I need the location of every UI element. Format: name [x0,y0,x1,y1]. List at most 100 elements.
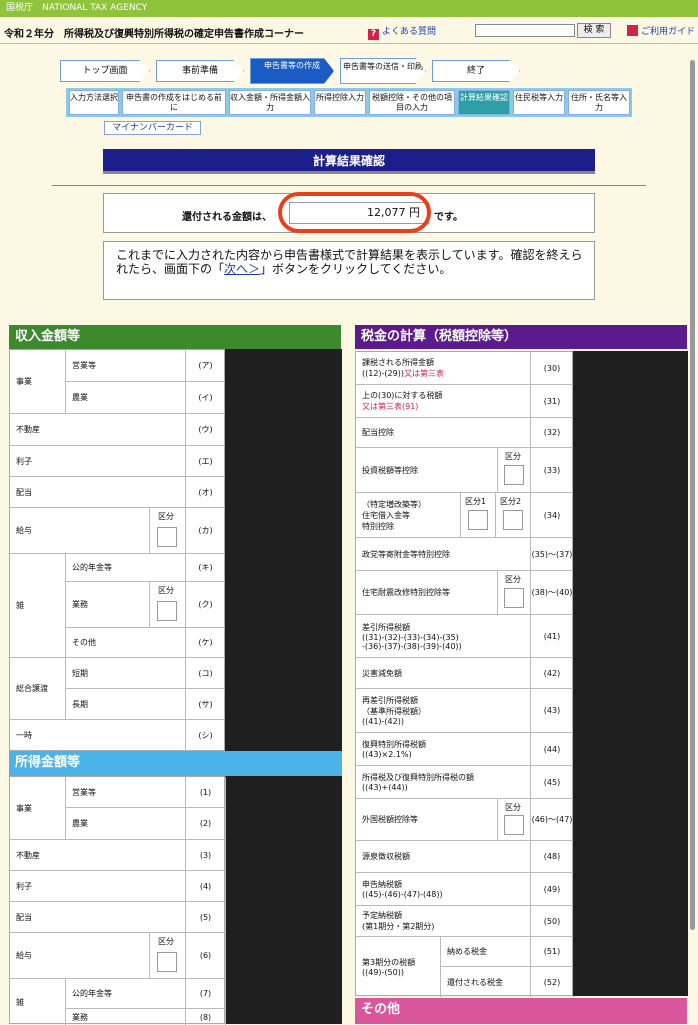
guide-icon [627,25,638,36]
tax-section-header: 税金の計算（税額控除等） [355,325,687,349]
agency-banner: 国税庁 NATIONAL TAX AGENCY [0,0,698,17]
masked-amounts [225,349,342,1024]
kubun-label-33: 区分 [505,452,521,461]
kubun-box[interactable] [157,527,177,547]
faq-link[interactable]: ? よくある質問 [368,24,436,40]
substep-result: 計算結果確認 [458,90,510,115]
income-sonota: その他 [66,628,186,658]
tax-row-42: 災害減免額 [356,658,531,689]
shotoku-rishi: 利子 [10,871,186,902]
code-52: (52) [531,967,574,997]
code-o: (オ) [186,477,226,508]
tax-row-34: （特定増改築等） 住宅借入金等 特別控除 [356,493,461,538]
help-label: ご利用ガイド [641,27,696,37]
code-49: (49) [531,873,574,906]
shotoku-koteki: 公的年金等 [66,979,186,1009]
kubun-label-38: 区分 [505,575,521,584]
code-8: (8) [186,1009,226,1025]
substep-before: 申告書の作成をはじめる前に [122,90,226,115]
kubun1-box[interactable] [468,510,488,530]
help-link[interactable]: ご利用ガイド [627,24,695,37]
r34-label-a: （特定増改築等） [362,499,426,509]
next-link[interactable]: 次へ＞ [224,262,260,276]
substep-deduction: 所得控除入力 [314,90,366,115]
code-48: (48) [531,841,574,873]
substep-income: 収入金額・所得金額入力 [229,90,311,115]
r41-label: 差引所得税額 [362,622,410,632]
substep-method: 入力方法選択 [69,90,119,115]
tax-row-41: 差引所得税額 ((31)-(32)-(33)-(34)-(35) -(36)-(37… [356,615,531,658]
code-shi: (シ) [186,720,226,752]
info-message: これまでに入力された内容から申告書様式で計算結果を表示しています。確認を終えられ… [103,241,595,300]
code-43: (43) [531,689,574,733]
step-create-label: 申告書等の作成 [264,61,320,70]
code-4: (4) [186,871,226,902]
tax-row-33: 投資税額等控除 [356,448,498,493]
kubun-cell: 区分 [150,508,186,554]
tax-table: 課税される所得金額 ((12)-(29))又は第三表 (30) 上の(30)に対す… [355,351,574,997]
search-input[interactable] [475,24,575,37]
tax-row-44: 復興特別所得税額 ((43)×2.1%) [356,733,531,766]
income-section-header: 収入金額等 [9,325,341,349]
kubun-box-3[interactable] [157,952,177,972]
income-ichiji: 一時 [10,720,186,752]
kubun-box-46[interactable] [504,815,524,835]
r49-label: 申告納税額 [362,880,402,889]
income-koteki: 公的年金等 [66,554,186,582]
mynumber-card-tab[interactable]: マイナンバーカード [104,121,201,135]
shotoku-haito: 配当 [10,902,186,933]
kubun-cell-46: 区分 [498,799,531,841]
kubun2-box[interactable] [503,510,523,530]
kubun-box-33[interactable] [504,465,524,485]
r50-sub: (第1期分・第2期分) [362,922,435,931]
r30-note: 又は第三表 [403,369,444,378]
r44-formula: ((43)×2.1%) [362,750,412,759]
r30-formula-text: ((12)-(29)) [362,369,404,378]
code-u: (ウ) [186,414,226,446]
question-icon: ? [368,29,379,40]
r43-formula: ((41)-(42)) [362,717,404,726]
r31-label: 上の(30)に対する税額 [362,391,443,400]
r49-formula: ((45)-(46)-(47)-(48)) [362,890,443,899]
code-ka: (カ) [186,508,226,554]
income-table: 事業 営業等 (ア) 農業 (イ) 不動産 (ウ) 利子 (エ) 配当 (オ) … [9,349,226,752]
kubun-label: 区分 [158,512,174,521]
search-button[interactable]: 検 索 [577,23,611,38]
tax-row-45: 所得税及び復興特別所得税の額 ((43)+(44)) [356,766,531,799]
code-50: (50) [531,906,574,937]
r34-label-c: 特別控除 [362,521,394,531]
substep-address: 住所・氏名等入力 [568,90,630,115]
kubun-label-2: 区分 [158,586,174,595]
r30-label: 課税される所得金額 [362,358,434,367]
kubun2-label: 区分2 [500,497,522,506]
faq-label: よくある質問 [382,27,437,37]
site-title: 令和２年分 所得税及び復興特別所得税の確定申告書作成コーナー [4,29,304,40]
code-31: (31) [531,385,574,418]
kubun-label-3: 区分 [158,937,174,946]
code-45: (45) [531,766,574,799]
income-haito: 配当 [10,477,186,508]
other-section-header: その他 [355,998,687,1024]
tax-row-32: 配当控除 [356,418,531,448]
kubun-cell-3: 区分 [150,933,186,979]
code-46: (46)～(47) [531,799,574,841]
code-42: (42) [531,658,574,689]
shotoku-zatsu: 雑 [10,979,66,1025]
shotoku-fudosan: 不動産 [10,840,186,871]
refund-suffix: です。 [434,212,463,223]
tax-nomeru: 納める税金 [441,937,531,967]
kubun-box-2[interactable] [157,601,177,621]
site-header: 令和２年分 所得税及び復興特別所得税の確定申告書作成コーナー ? よくある質問 検… [0,17,698,44]
step-top: トップ画面 [60,60,150,82]
tax-row-31: 上の(30)に対する税額 又は第三表(91) [356,385,531,418]
kubun-box-38[interactable] [504,588,524,608]
r30-formula: ((12)-(29))又は第三表 [362,368,444,379]
code-ku: (ク) [186,582,226,628]
shotoku-eigyo: 営業等 [66,777,186,808]
r44-label: 復興特別所得税額 [362,740,426,749]
code-35: (35)～(37) [531,538,574,571]
income-nogyo: 農業 [66,382,186,414]
kubun-label-46: 区分 [505,803,521,812]
scrollbar[interactable] [690,60,695,930]
code-i: (イ) [186,382,226,414]
